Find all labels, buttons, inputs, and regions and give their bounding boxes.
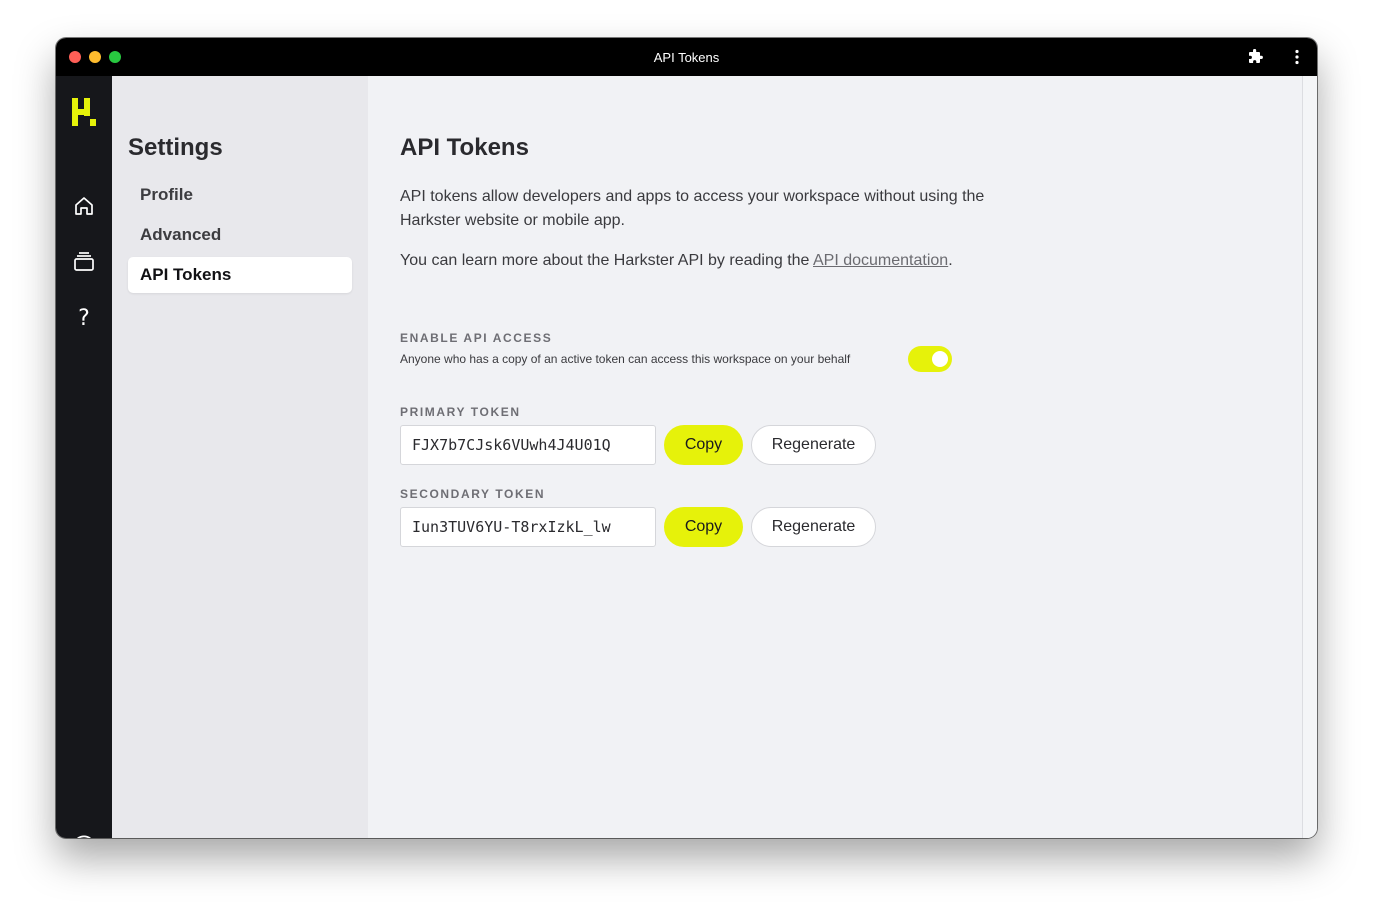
app-window: API Tokens ? Settings Profile Advanced A… [56, 38, 1317, 838]
primary-copy-button[interactable]: Copy [664, 425, 743, 465]
intro-text: API tokens allow developers and apps to … [400, 188, 985, 229]
scrollbar-track[interactable] [1302, 76, 1317, 838]
account-icon[interactable] [72, 835, 96, 838]
enable-api-access-hint: Anyone who has a copy of an active token… [400, 352, 851, 366]
sidebar-item-label: Advanced [140, 225, 222, 244]
primary-token-label: PRIMARY TOKEN [400, 405, 521, 419]
primary-regenerate-button[interactable]: Regenerate [751, 425, 876, 465]
sidebar-item-label: Profile [140, 185, 193, 204]
learn-more-suffix: . [948, 252, 953, 269]
inbox-stack-icon[interactable] [72, 250, 96, 274]
home-icon[interactable] [72, 194, 96, 218]
secondary-regenerate-button[interactable]: Regenerate [751, 507, 876, 547]
enable-api-access-label: ENABLE API ACCESS [400, 331, 553, 345]
secondary-token-label: SECONDARY TOKEN [400, 487, 546, 501]
sidebar-title: Settings [128, 134, 223, 161]
learn-more-prefix: You can learn more about the Harkster AP… [400, 252, 813, 269]
app-rail: ? [56, 76, 112, 838]
window-title: API Tokens [653, 49, 720, 65]
sidebar-item-label: API Tokens [140, 265, 232, 284]
minimize-window-button[interactable] [89, 51, 101, 63]
enable-api-access-toggle[interactable] [908, 346, 952, 372]
primary-token-field[interactable]: FJX7b7CJsk6VUwh4J4U01Q [400, 425, 656, 465]
sidebar-item-profile[interactable]: Profile [128, 177, 352, 213]
help-icon[interactable]: ? [72, 306, 96, 331]
api-documentation-link[interactable]: API documentation [813, 252, 948, 269]
secondary-token-field[interactable]: Iun3TUV6YU-T8rxIzkL_lw [400, 507, 656, 547]
extension-puzzle-icon[interactable] [1245, 47, 1265, 67]
page-title: API Tokens [400, 134, 529, 161]
settings-sidebar: Settings Profile Advanced API Tokens [112, 76, 368, 838]
secondary-copy-button[interactable]: Copy [664, 507, 743, 547]
harkster-logo[interactable] [72, 98, 96, 131]
window-controls [69, 51, 121, 63]
title-bar: API Tokens [56, 38, 1317, 76]
close-window-button[interactable] [69, 51, 81, 63]
more-vertical-icon[interactable] [1287, 47, 1307, 67]
sidebar-item-advanced[interactable]: Advanced [128, 217, 352, 253]
learn-more-text: You can learn more about the Harkster AP… [400, 249, 953, 273]
titlebar-actions [1245, 47, 1307, 67]
sidebar-item-api-tokens[interactable]: API Tokens [128, 257, 352, 293]
maximize-window-button[interactable] [109, 51, 121, 63]
main-content: API Tokens API tokens allow developers a… [368, 76, 1302, 838]
toggle-knob [932, 351, 948, 367]
